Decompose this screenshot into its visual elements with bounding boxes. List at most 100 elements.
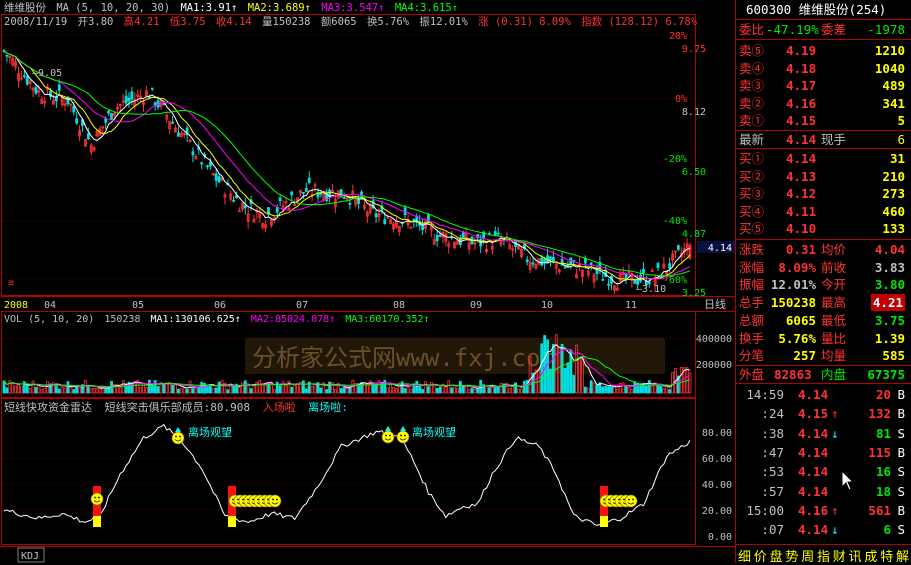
candle-body (357, 199, 361, 204)
stat-label: 总额 (739, 312, 765, 328)
smiley-eye (623, 498, 625, 501)
volume-bar (60, 386, 64, 394)
volume-bar (11, 381, 15, 394)
volume-bar (435, 388, 439, 394)
last-label: 最新 (739, 132, 765, 147)
volume-bar (200, 381, 204, 394)
volume-bar (31, 380, 35, 394)
volume-bar (264, 384, 268, 394)
quote-tab[interactable]: 指 (817, 546, 830, 565)
candle-body (301, 191, 305, 194)
stat-label: 振幅 (739, 277, 765, 293)
quote-tab[interactable]: 特 (880, 546, 893, 565)
outer-inner-row: 外盘 82863 内盘 67375 (736, 366, 911, 383)
volume-bar (310, 385, 314, 394)
volume-bar (34, 387, 38, 394)
volume-bar (514, 382, 517, 394)
quote-tab[interactable]: 财 (833, 546, 846, 565)
volume-bar (121, 380, 125, 394)
volume-bar (179, 388, 183, 394)
tick-row: :07 4.14 ↓ 6 S (736, 521, 911, 538)
candle-body (150, 87, 154, 90)
candle-body (531, 262, 535, 265)
quote-tab[interactable]: 盘 (770, 546, 783, 565)
quote-tab[interactable]: 解 (896, 546, 909, 565)
volume-bar (450, 387, 454, 394)
smiley-eye (385, 434, 387, 437)
month-label: 2008 (4, 300, 28, 311)
volume-bar (365, 383, 369, 394)
quote-tab[interactable]: 周 (801, 546, 814, 565)
volume-bar (656, 385, 660, 394)
stat-value: 12.01% (770, 277, 816, 293)
stat-value: 4.04 (874, 242, 905, 257)
weibi-value: -47.19% (766, 22, 819, 37)
period-label[interactable]: 日线 (704, 297, 726, 311)
quote-tab[interactable]: 细 (738, 546, 751, 565)
volume-bar (438, 386, 442, 394)
stat-value: 150238 (770, 295, 816, 311)
month-label: 06 (214, 300, 226, 311)
smiley-eye (232, 498, 234, 501)
stat-value: 6065 (785, 312, 816, 328)
candle-body (656, 262, 660, 268)
bid-price: 4.14 (786, 151, 817, 166)
quote-tab[interactable]: 讯 (849, 546, 862, 565)
stat-label: 均价 (821, 242, 847, 257)
volume-bar (313, 383, 317, 394)
month-label: 07 (296, 300, 308, 311)
volume-bar (522, 380, 526, 394)
up-arrow-icon (400, 426, 406, 431)
candle-body (438, 235, 442, 237)
tick-side: S (897, 464, 905, 480)
smiley-eye (400, 434, 402, 437)
candle-body (569, 257, 573, 266)
volume-bar (40, 389, 44, 394)
volume-bar (490, 386, 494, 394)
volume-bar (153, 380, 157, 394)
volume-bar (592, 382, 596, 394)
volume-bar (95, 388, 99, 394)
volume-bar (232, 385, 236, 394)
stat-value: 1.39 (874, 330, 905, 346)
mouse-cursor-icon (841, 470, 855, 491)
volume-bar (560, 343, 564, 394)
volume-bar (278, 385, 282, 394)
signal-markers (90, 426, 638, 527)
tick-time: :38 (761, 425, 784, 441)
volume-bar (418, 385, 422, 394)
candle-body (607, 283, 611, 286)
price-label: 6.50 (682, 167, 706, 178)
volume-bar (46, 381, 50, 394)
volume-bar (258, 379, 262, 394)
indicator-axis-label: 40.00 (702, 480, 732, 491)
volume-bar (194, 388, 198, 394)
event-marker-icon[interactable]: ≋ (8, 278, 14, 289)
smiley-eye (603, 498, 605, 501)
candle-body (110, 113, 113, 120)
quote-tab[interactable]: 成 (864, 546, 877, 565)
tick-volume: 6 (883, 522, 891, 538)
tick-row: :57 4.14 18 S (736, 483, 911, 500)
ask-volume: 341 (882, 95, 905, 111)
candle-body (435, 235, 439, 242)
volume-bar (461, 385, 465, 394)
candle-body (342, 197, 346, 199)
entry-signal-base (93, 516, 101, 527)
volume-bar (182, 387, 186, 394)
volume-bar (403, 388, 407, 394)
outer-value: 82863 (774, 367, 812, 382)
volume-bar (615, 388, 619, 394)
ask-label: 卖④ (739, 60, 765, 76)
volume-bar (589, 380, 593, 394)
bid-volume: 210 (882, 168, 905, 184)
bid-price: 4.11 (786, 203, 817, 219)
quote-tab[interactable]: 势 (785, 546, 798, 565)
tab-kdj[interactable]: KDJ (21, 551, 39, 562)
candle-body (543, 258, 547, 263)
ask-price: 4.19 (786, 43, 817, 58)
chart-area[interactable]: 分析家公式网www.fxj.com 维维股份 MA (5, 10, 20, 30… (0, 0, 736, 563)
quote-tab[interactable]: 价 (754, 546, 767, 565)
stat-label: 涨幅 (739, 259, 765, 275)
volume-bar (604, 386, 608, 394)
